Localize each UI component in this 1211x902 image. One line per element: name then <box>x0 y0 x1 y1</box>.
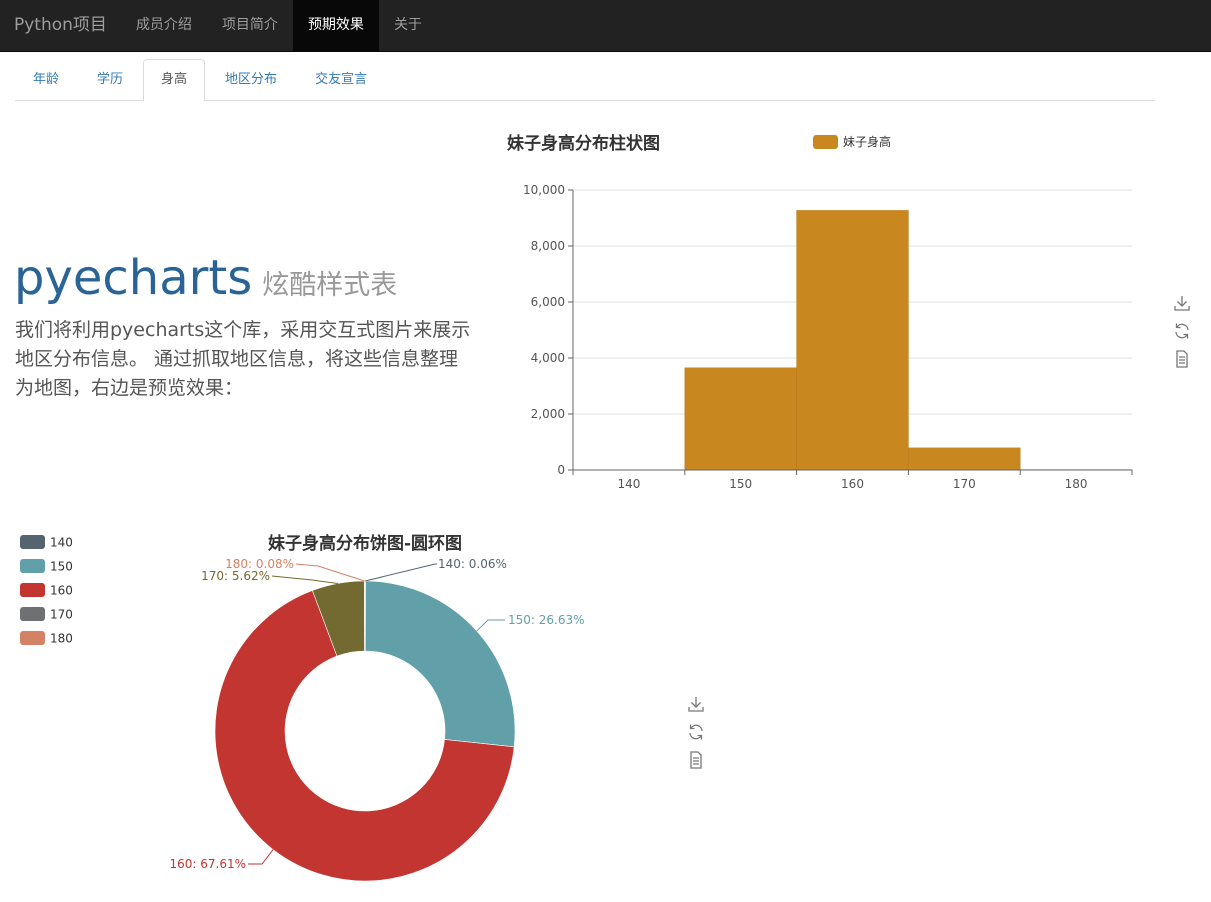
data-view-icon[interactable] <box>686 750 706 770</box>
bar-y-tick-label: 0 <box>557 463 565 477</box>
download-icon[interactable] <box>1172 293 1192 313</box>
chart-tabs: 年龄 学历 身高 地区分布 交友宣言 <box>15 59 1155 102</box>
pie-legend-label-170: 170 <box>50 608 73 622</box>
bar-x-tick-label: 170 <box>953 477 976 491</box>
bar-legend-label[interactable]: 妹子身高 <box>843 134 891 149</box>
pie-legend-label-160: 160 <box>50 584 73 598</box>
pie-slice-180 <box>363 580 366 652</box>
pie-label-line-140 <box>365 563 437 582</box>
bar-x-tick-label: 150 <box>729 477 752 491</box>
pie-label-line-160 <box>248 849 274 865</box>
bar-170 <box>908 447 1021 471</box>
pie-legend-swatch-180 <box>20 631 45 645</box>
pie-legend-swatch-160 <box>20 583 45 597</box>
pie-chart-toolbox <box>686 694 706 770</box>
bar-chart-toolbox <box>1172 293 1192 369</box>
jumbotron-title-text: pyecharts <box>14 250 253 306</box>
pie-legend-label-180: 180 <box>50 632 73 646</box>
nav-item-members[interactable]: 成员介绍 <box>121 0 207 51</box>
pie-legend-swatch-150 <box>20 559 45 573</box>
pie-legend-label-150: 150 <box>50 560 73 574</box>
pie-slice-label-180: 180: 0.08% <box>225 557 294 571</box>
jumbotron-description: 我们将利用pyecharts这个库，采用交互式图片来展示地区分布信息。 通过抓取… <box>15 319 471 399</box>
nav-item-project-intro[interactable]: 项目简介 <box>207 0 293 51</box>
nav-item-about[interactable]: 关于 <box>379 0 437 51</box>
tab-dating-declaration[interactable]: 交友宣言 <box>297 59 385 101</box>
pie-legend-swatch-140 <box>20 535 45 549</box>
tab-age[interactable]: 年龄 <box>15 59 77 101</box>
pie-legend-swatch-170 <box>20 607 45 621</box>
pie-slice-150 <box>365 580 516 748</box>
bar-160 <box>796 210 909 471</box>
pie-chart-slices <box>214 580 516 882</box>
pie-slice-label-140: 140: 0.06% <box>438 557 507 571</box>
bar-y-tick-label: 4,000 <box>531 351 565 365</box>
bar-150 <box>684 367 797 471</box>
pie-label-line-150 <box>476 619 505 632</box>
navbar-brand[interactable]: Python项目 <box>0 0 121 51</box>
pie-slice-label-170: 170: 5.62% <box>201 569 270 583</box>
bar-legend-swatch[interactable] <box>813 135 838 149</box>
nav-item-expected-results[interactable]: 预期效果 <box>292 0 379 51</box>
refresh-icon[interactable] <box>1172 321 1192 341</box>
pie-label-line-180 <box>295 563 365 582</box>
jumbotron-title: pyecharts 炫酷样式表 <box>14 248 397 316</box>
bar-y-tick-label: 6,000 <box>531 295 565 309</box>
jumbotron-subtitle: 炫酷样式表 <box>262 270 398 301</box>
bar-x-tick-label: 180 <box>1065 477 1088 491</box>
bar-x-tick-label: 140 <box>617 477 640 491</box>
data-view-icon[interactable] <box>1172 349 1192 369</box>
pie-chart-title: 妹子身高分布饼图-圆环图 <box>267 533 462 554</box>
tab-education[interactable]: 学历 <box>79 59 141 101</box>
pie-chart-legend: 140 150 160 170 180 <box>20 535 73 646</box>
bar-x-tick-label: 160 <box>841 477 864 491</box>
bar-chart-bars <box>572 210 1133 471</box>
bar-chart-x-axis: 140 150 160 170 180 <box>572 469 1133 491</box>
bar-y-tick-label: 10,000 <box>523 183 565 197</box>
bar-chart-y-axis: 0 2,000 4,000 6,000 8,000 10,000 <box>523 183 574 477</box>
pie-slice-label-150: 150: 26.63% <box>508 613 585 627</box>
pie-slice-label-160: 160: 67.61% <box>169 857 246 871</box>
tab-region[interactable]: 地区分布 <box>207 59 295 101</box>
pie-chart: 妹子身高分布饼图-圆环图 140 150 160 170 180 140: 0.06% 1… <box>20 533 585 882</box>
bar-chart: 妹子身高分布柱状图 妹子身高 0 2,000 4,000 6,000 8,000 10,0… <box>506 133 1133 491</box>
refresh-icon[interactable] <box>686 722 706 742</box>
pie-label-line-170 <box>271 575 338 584</box>
bar-chart-title: 妹子身高分布柱状图 <box>506 133 660 154</box>
pie-legend-label-140: 140 <box>50 536 73 550</box>
top-navbar: Python项目 成员介绍 项目简介 预期效果 关于 <box>0 0 1211 52</box>
tab-height[interactable]: 身高 <box>143 59 206 102</box>
download-icon[interactable] <box>686 694 706 714</box>
bar-y-tick-label: 2,000 <box>531 407 565 421</box>
bar-y-tick-label: 8,000 <box>531 239 565 253</box>
